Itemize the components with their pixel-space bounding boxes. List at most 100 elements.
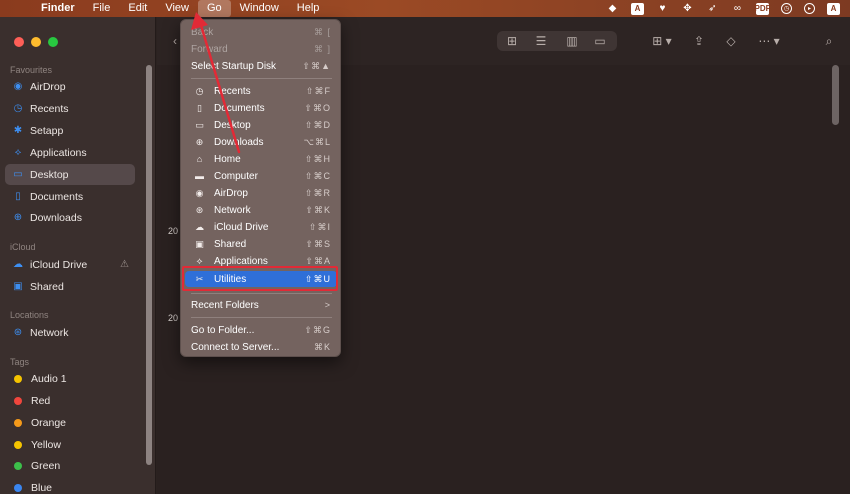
menu-view[interactable]: View [156, 0, 198, 17]
tag-dot-icon [14, 440, 22, 449]
sidebar-item-label: Audio 1 [31, 372, 67, 385]
more-actions-button[interactable]: ⋯ ▾ [755, 33, 783, 49]
airdrop-icon: ◉ [13, 81, 23, 92]
home-icon: ⌂ [196, 154, 203, 164]
clock-icon[interactable]: ◷ [781, 3, 792, 14]
close-button[interactable] [14, 37, 24, 47]
icon-view-icon[interactable]: ⊞ [503, 33, 521, 49]
sidebar-item-label: iCloud Drive [30, 258, 88, 271]
menu-item-shortcut: ⇧⌘H [304, 153, 331, 164]
bird-icon[interactable]: ◆ [606, 3, 619, 15]
zoom-button[interactable] [48, 37, 58, 47]
menu-item-shortcut: ⌘ ] [313, 43, 331, 54]
menu-item-shortcut: ⇧⌘R [304, 187, 331, 198]
menu-file[interactable]: File [84, 0, 120, 17]
sidebar-item-label: Shared [30, 280, 64, 293]
sidebar-item-downloads[interactable]: ⊕ Downloads [5, 207, 135, 228]
keyboard-input-icon[interactable]: A [827, 2, 840, 15]
group-button[interactable]: ⊞ ▾ [649, 33, 675, 49]
go-menu-connect-to-server[interactable]: Connect to Server... ⌘K [185, 339, 337, 355]
go-menu-forward[interactable]: Forward ⌘ ] [185, 41, 337, 57]
go-menu-shared[interactable]: ▣ Shared ⇧⌘S [185, 236, 337, 252]
menu-finder[interactable]: Finder [32, 0, 84, 17]
sidebar-tag-red[interactable]: Red [5, 390, 135, 411]
list-view-icon[interactable]: ☰ [532, 33, 550, 49]
minimize-button[interactable] [31, 37, 41, 47]
sidebar-item-recents[interactable]: ◷ Recents [5, 98, 135, 119]
sidebar-item-shared[interactable]: ▣ Shared [5, 276, 135, 297]
sidebar-item-label: AirDrop [30, 80, 66, 93]
go-menu-back[interactable]: Back ⌘ [ [185, 24, 337, 40]
document-icon: ▯ [197, 102, 202, 113]
go-menu-computer[interactable]: ▬ Computer ⇧⌘C [185, 168, 337, 184]
go-menu-icloud-drive[interactable]: ☁ iCloud Drive ⇧⌘I [185, 219, 337, 235]
sidebar-item-label: Green [31, 459, 61, 472]
desktop-icon: ▭ [13, 169, 23, 180]
menu-item-shortcut: ⇧⌘I [308, 221, 331, 232]
share-icon[interactable]: ⇪ [691, 33, 707, 49]
menu-help[interactable]: Help [288, 0, 329, 17]
content-scrollbar[interactable] [832, 65, 839, 125]
menu-item-label: Forward [191, 43, 228, 55]
go-menu-desktop[interactable]: ▭ Desktop ⇧⌘D [185, 117, 337, 133]
menu-item-shortcut: ⌘ [ [313, 26, 331, 37]
send-icon[interactable]: ➶ [706, 3, 719, 15]
menu-item-label: Connect to Server... [191, 341, 280, 353]
tag-dot-icon [14, 461, 22, 470]
font-a-icon[interactable]: A [631, 2, 644, 15]
sidebar-tag-audio-1[interactable]: Audio 1 [5, 368, 135, 389]
sidebar-item-applications[interactable]: ⟡ Applications [5, 142, 135, 163]
go-menu-downloads[interactable]: ⊕ Downloads ⌥⌘L [185, 134, 337, 150]
menu-window[interactable]: Window [231, 0, 288, 17]
go-menu-recents[interactable]: ◷ Recents ⇧⌘F [185, 83, 337, 99]
go-menu-home[interactable]: ⌂ Home ⇧⌘H [185, 151, 337, 167]
menu-item-label: Downloads [214, 136, 264, 148]
shuffle-icon[interactable]: ✥ [681, 3, 694, 15]
heart-icon[interactable]: ♥ [656, 3, 669, 15]
tag-icon[interactable]: ◇ [723, 33, 739, 49]
menu-item-label: Go to Folder... [191, 324, 255, 336]
go-menu-airdrop[interactable]: ◉ AirDrop ⇧⌘R [185, 185, 337, 201]
sidebar-item-documents[interactable]: ▯ Documents [5, 186, 135, 207]
column-view-icon[interactable]: ▥ [563, 33, 581, 49]
laptop-icon: ▬ [195, 171, 204, 181]
go-menu-documents[interactable]: ▯ Documents ⇧⌘O [185, 100, 337, 116]
menu-go[interactable]: Go [197, 0, 231, 17]
file-name-stub[interactable]: 20 [168, 226, 178, 236]
binoculars-icon[interactable]: ∞ [731, 3, 744, 15]
sidebar-tag-green[interactable]: Green [5, 455, 135, 476]
sidebar-item-airdrop[interactable]: ◉ AirDrop [5, 76, 135, 97]
sidebar-item-desktop[interactable]: ▭ Desktop [5, 164, 135, 185]
sidebar-tag-yellow[interactable]: Yellow [5, 434, 135, 455]
cloud-icon: ☁ [195, 221, 204, 232]
play-icon[interactable]: ▸ [804, 3, 815, 14]
sidebar-item-setapp[interactable]: ✱ Setapp [5, 120, 135, 141]
sidebar-scrollbar[interactable] [146, 65, 152, 465]
gallery-view-icon[interactable]: ▭ [591, 33, 609, 49]
go-menu-select-startup-disk[interactable]: Select Startup Disk ⇧⌘▲ [185, 58, 337, 74]
sidebar-item-label: Orange [31, 416, 67, 429]
menu-item-shortcut: ⇧⌘D [304, 119, 331, 130]
sidebar-item-label: Network [30, 326, 69, 339]
favourites-header: Favourites [10, 65, 53, 75]
menu-edit[interactable]: Edit [119, 0, 156, 17]
menu-item-label: Select Startup Disk [191, 60, 277, 72]
download-icon: ⊕ [13, 212, 23, 223]
sidebar-tag-orange[interactable]: Orange [5, 412, 135, 433]
desktop-icon: ▭ [195, 119, 204, 130]
tag-dot-icon [14, 396, 22, 405]
menu-item-shortcut: ⇧⌘K [305, 204, 331, 215]
sidebar-item-label: Blue [31, 481, 53, 494]
sidebar-item-icloud-drive[interactable]: ☁ iCloud Drive ⚠ [5, 254, 135, 275]
file-name-stub[interactable]: 20 [168, 313, 178, 323]
sidebar-tag-blue[interactable]: Blue [5, 477, 135, 494]
go-menu-network[interactable]: ⊛ Network ⇧⌘K [185, 202, 337, 218]
go-menu-go-to-folder[interactable]: Go to Folder... ⇧⌘G [185, 322, 337, 338]
pdf-icon[interactable]: PDF [755, 2, 771, 15]
go-menu-recent-folders[interactable]: Recent Folders > [185, 297, 337, 313]
tags-header: Tags [10, 357, 30, 367]
menu-item-shortcut: ⇧⌘A [305, 255, 331, 266]
menu-item-shortcut: ⇧⌘O [304, 102, 331, 113]
search-icon[interactable]: ⌕ [821, 33, 837, 49]
sidebar-item-network[interactable]: ⊛ Network [5, 322, 135, 343]
